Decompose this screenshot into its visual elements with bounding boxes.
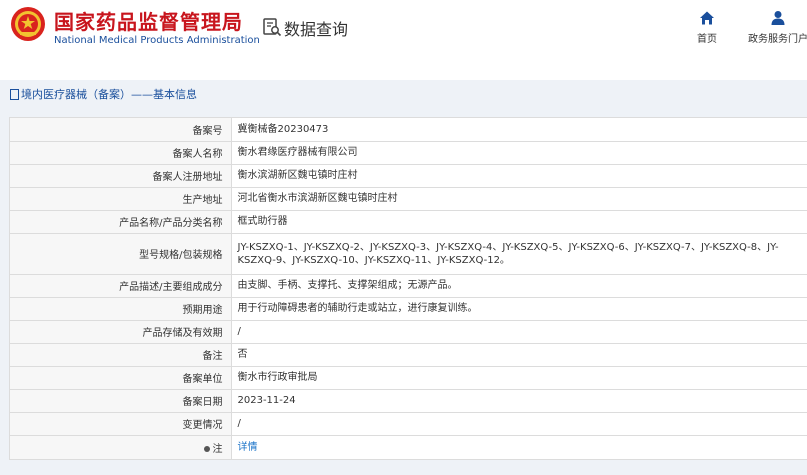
table-row: 注 详情 (10, 435, 807, 460)
field-label: 产品描述/主要组成成分 (10, 274, 232, 298)
site-subtitle: National Medical Products Administration (54, 35, 260, 46)
field-label: 备案人名称 (10, 141, 232, 165)
field-value: 河北省衡水市滨湖新区魏屯镇时庄村 (231, 187, 807, 211)
table-row: 备案单位 衡水市行政审批局 (10, 366, 807, 390)
field-value: 2023-11-24 (231, 389, 807, 413)
nav-home-label: 首页 (697, 34, 717, 45)
table-row: 备注 否 (10, 343, 807, 367)
table-row: 生产地址 河北省衡水市滨湖新区魏屯镇时庄村 (10, 187, 807, 211)
table-row: 备案人名称 衡水君缘医疗器械有限公司 (10, 141, 807, 165)
detail-link[interactable]: 详情 (238, 442, 258, 453)
table-row: 产品描述/主要组成成分 由支脚、手柄、支撑托、支撑架组成；无源产品。 (10, 274, 807, 298)
table-row: 产品存储及有效期 / (10, 320, 807, 344)
table-row: 备案人注册地址 衡水滨湖新区魏屯镇时庄村 (10, 164, 807, 188)
note-icon (203, 445, 210, 452)
national-emblem-logo (11, 7, 45, 41)
table-row: 备案号 冀衡械备20230473 (10, 118, 807, 142)
table-row: 变更情况 / (10, 412, 807, 436)
table-row: 型号规格/包装规格 JY-KSZXQ-1、JY-KSZXQ-2、JY-KSZXQ… (10, 233, 807, 275)
table-row: 产品名称/产品分类名称 框式助行器 (10, 210, 807, 234)
breadcrumb-text: 境内医疗器械（备案）——基本信息 (21, 88, 197, 101)
field-value: JY-KSZXQ-1、JY-KSZXQ-2、JY-KSZXQ-3、JY-KSZX… (231, 233, 807, 275)
field-label: 产品存储及有效期 (10, 320, 232, 344)
field-value: 否 (231, 343, 807, 367)
field-value: 衡水市行政审批局 (231, 366, 807, 390)
home-icon (700, 11, 714, 25)
nav-portal-link[interactable]: 政务服务门户 (743, 10, 807, 45)
user-icon (771, 11, 785, 25)
field-label: 备案人注册地址 (10, 164, 232, 188)
field-value: 用于行动障碍患者的辅助行走或站立，进行康复训练。 (231, 297, 807, 321)
breadcrumb: 境内医疗器械（备案）——基本信息 (0, 84, 807, 106)
nav-home-link[interactable]: 首页 (693, 10, 721, 45)
field-value: / (231, 412, 807, 436)
document-icon (10, 88, 19, 100)
field-value: / (231, 320, 807, 344)
table-row: 预期用途 用于行动障碍患者的辅助行走或站立，进行康复训练。 (10, 297, 807, 321)
field-label: 预期用途 (10, 297, 232, 321)
field-label: 备案号 (10, 118, 232, 142)
data-query-icon (263, 18, 282, 37)
field-value: 由支脚、手柄、支撑托、支撑架组成；无源产品。 (231, 274, 807, 298)
field-label: 产品名称/产品分类名称 (10, 210, 232, 234)
table-row: 备案日期 2023-11-24 (10, 389, 807, 413)
note-label: 注 (212, 443, 223, 455)
field-label: 变更情况 (10, 412, 232, 436)
field-value: 框式助行器 (231, 210, 807, 234)
field-label: 注 (10, 435, 232, 460)
field-label: 生产地址 (10, 187, 232, 211)
field-value: 衡水君缘医疗器械有限公司 (231, 141, 807, 165)
record-detail-table: 备案号 冀衡械备20230473 备案人名称 衡水君缘医疗器械有限公司 备案人注… (9, 117, 807, 460)
nav-portal-label: 政务服务门户 (748, 34, 807, 45)
site-header: 国家药品监督管理局 National Medical Products Admi… (0, 0, 807, 80)
field-label: 备案单位 (10, 366, 232, 390)
field-label: 备案日期 (10, 389, 232, 413)
page-title: 数据查询 (284, 20, 349, 39)
field-value: 衡水滨湖新区魏屯镇时庄村 (231, 164, 807, 188)
field-label: 型号规格/包装规格 (10, 233, 232, 275)
field-value: 详情 (231, 435, 807, 460)
field-label: 备注 (10, 343, 232, 367)
field-value: 冀衡械备20230473 (231, 118, 807, 142)
site-title: 国家药品监督管理局 (54, 10, 243, 34)
